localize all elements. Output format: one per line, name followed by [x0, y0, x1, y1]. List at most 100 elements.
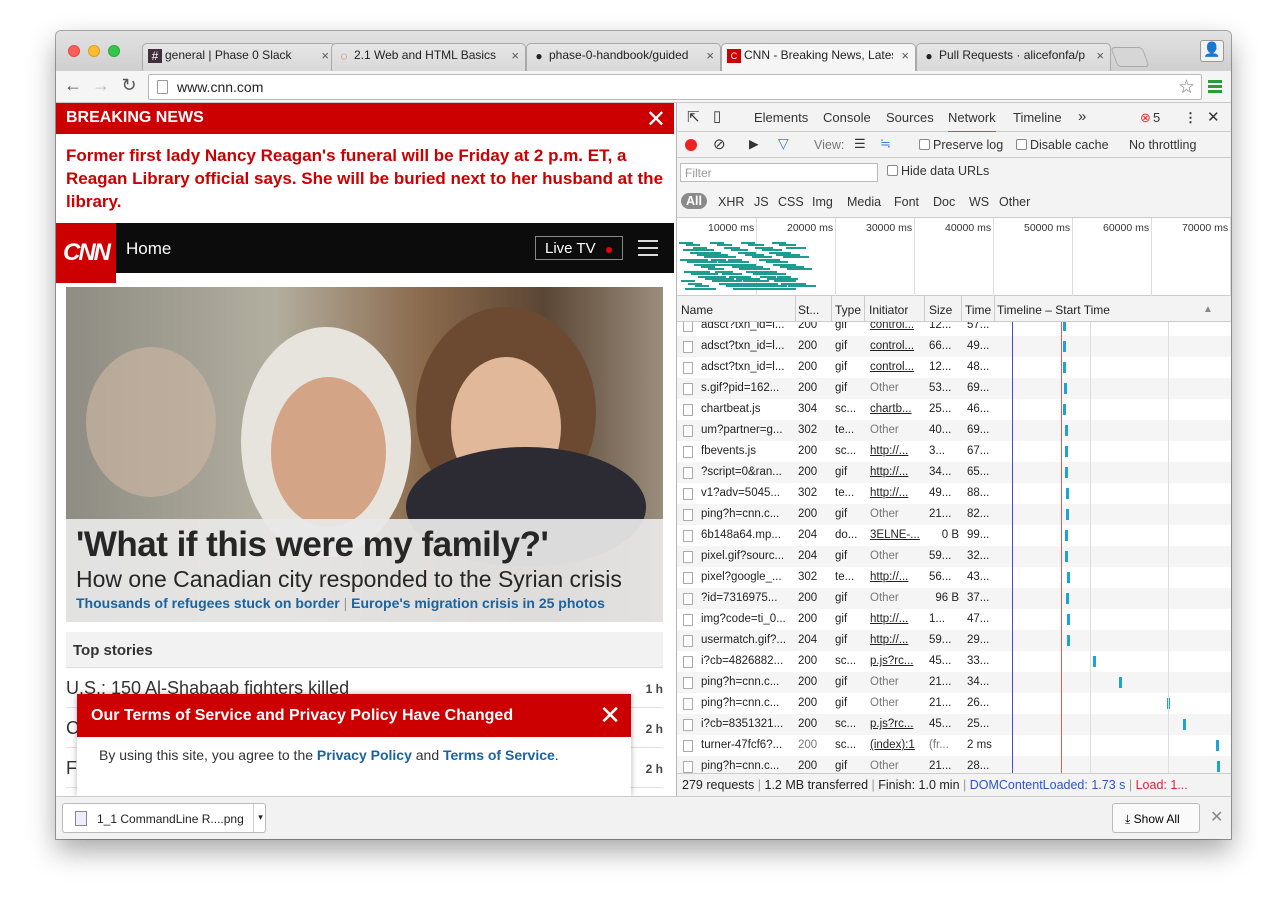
close-tab-icon[interactable]: ×: [321, 48, 329, 63]
column-time[interactable]: Time: [965, 303, 991, 317]
more-tabs-icon[interactable]: »: [1078, 108, 1086, 125]
request-row[interactable]: pixel.gif?sourc... 204 gif Other 59... 32...: [677, 546, 1231, 567]
tab-elements[interactable]: Elements: [754, 110, 808, 125]
request-row[interactable]: v1?adv=5045... 302 te... http://... 49... 88.…: [677, 483, 1231, 504]
request-row[interactable]: adsct?txn_id=l... 200 gif control... 12... 48…: [677, 357, 1231, 378]
tab-network[interactable]: Network: [948, 110, 996, 133]
large-rows-icon[interactable]: ☰: [854, 136, 866, 152]
tab-3[interactable]: ● phase-0-handbook/guided ×: [526, 43, 721, 71]
request-row[interactable]: img?code=ti_0... 200 gif http://... 1... 47..…: [677, 609, 1231, 630]
close-devtools-icon[interactable]: ✕: [1207, 108, 1220, 126]
type-filter-all[interactable]: All: [681, 193, 707, 209]
tab-console[interactable]: Console: [823, 110, 871, 125]
filter-input[interactable]: Filter: [680, 163, 878, 182]
request-row[interactable]: ping?h=cnn.c... 200 gif Other 21... 34...: [677, 672, 1231, 693]
request-row[interactable]: ping?h=cnn.c... 200 gif Other 21... 28...: [677, 756, 1231, 773]
type-filter-js[interactable]: JS: [754, 195, 769, 209]
inspect-element-icon[interactable]: ⇱: [687, 108, 700, 126]
privacy-policy-link[interactable]: Privacy Policy: [317, 747, 412, 763]
close-tab-icon[interactable]: ×: [706, 48, 714, 63]
column-size[interactable]: Size: [929, 303, 952, 317]
request-row[interactable]: ping?h=cnn.c... 200 gif Other 21... 26...: [677, 693, 1231, 714]
type-filter-xhr[interactable]: XHR: [718, 195, 744, 209]
network-overview[interactable]: 10000 ms 20000 ms 30000 ms 40000 ms 50000 ms…: [677, 218, 1231, 296]
close-icon[interactable]: ✕: [646, 105, 666, 134]
close-icon[interactable]: ✕: [599, 700, 621, 731]
hero-image[interactable]: 'What if this were my family?' How one C…: [66, 287, 663, 622]
tab-1[interactable]: # general | Phase 0 Slack ×: [142, 43, 336, 71]
hamburger-menu-icon[interactable]: [638, 240, 658, 261]
address-bar[interactable]: www.cnn.com ☆: [148, 74, 1202, 100]
type-filter-css[interactable]: CSS: [778, 195, 804, 209]
clear-icon[interactable]: ⊘: [713, 135, 726, 153]
bookmark-star-icon[interactable]: ☆: [1178, 76, 1195, 99]
tab-5[interactable]: ● Pull Requests · alicefonfa/p ×: [916, 43, 1111, 71]
request-row[interactable]: i?cb=4826882... 200 sc... p.js?rc... 45... 33…: [677, 651, 1231, 672]
hero-link-refugees[interactable]: Thousands of refugees stuck on border: [76, 595, 340, 611]
type-filter-img[interactable]: Img: [812, 195, 833, 209]
live-tv-button[interactable]: Live TV: [535, 236, 623, 260]
breaking-news-text[interactable]: Former first lady Nancy Reagan's funeral…: [56, 134, 674, 223]
tab-timeline[interactable]: Timeline: [1013, 110, 1062, 125]
forward-icon[interactable]: →: [90, 75, 112, 96]
minimize-window-button[interactable]: [88, 45, 100, 57]
request-row[interactable]: adsct?txn_id=l... 200 gif control... 66... 49…: [677, 336, 1231, 357]
close-window-button[interactable]: [68, 45, 80, 57]
error-count[interactable]: 5: [1153, 110, 1160, 125]
request-row[interactable]: turner-47fcf6?... 200 sc... (index):1 (fr...…: [677, 735, 1231, 756]
error-icon[interactable]: ⊗: [1140, 110, 1151, 126]
terms-of-service-link[interactable]: Terms of Service: [443, 747, 555, 763]
reload-icon[interactable]: ↻: [118, 75, 140, 96]
overview-icon[interactable]: ≒: [880, 136, 891, 152]
hide-data-urls-checkbox[interactable]: Hide data URLs: [887, 164, 989, 178]
request-row[interactable]: fbevents.js 200 sc... http://... 3... 67...: [677, 441, 1231, 462]
chrome-menu-icon[interactable]: [1208, 80, 1222, 95]
column-timeline[interactable]: Timeline – Start Time: [997, 303, 1110, 317]
close-tab-icon[interactable]: ×: [1096, 48, 1104, 63]
type-filter-ws[interactable]: WS: [969, 195, 989, 209]
zoom-window-button[interactable]: [108, 45, 120, 57]
disable-cache-checkbox[interactable]: Disable cache: [1016, 138, 1109, 152]
tab-sources[interactable]: Sources: [886, 110, 934, 125]
record-icon[interactable]: [685, 139, 697, 151]
hero-link-migration[interactable]: Europe's migration crisis in 25 photos: [351, 595, 605, 611]
show-all-downloads-button[interactable]: ⤓ Show All: [1112, 803, 1200, 833]
column-initiator[interactable]: Initiator: [869, 303, 908, 317]
request-row[interactable]: ping?h=cnn.c... 200 gif Other 21... 82...: [677, 504, 1231, 525]
type-filter-doc[interactable]: Doc: [933, 195, 955, 209]
tab-4[interactable]: C CNN - Breaking News, Latest ×: [721, 43, 916, 71]
device-mode-icon[interactable]: ▯: [713, 107, 721, 125]
close-tab-icon[interactable]: ×: [511, 48, 519, 63]
close-download-shelf-icon[interactable]: ✕: [1210, 807, 1223, 827]
request-row[interactable]: chartbeat.js 304 sc... chartb... 25... 46...: [677, 399, 1231, 420]
request-row[interactable]: 6b148a64.mp... 204 do... 3ELNE-... 0 B 99...: [677, 525, 1231, 546]
filter-icon[interactable]: ▽: [778, 135, 789, 152]
cnn-logo[interactable]: CNN: [56, 223, 116, 283]
request-row[interactable]: usermatch.gif?... 204 gif http://... 59... 29…: [677, 630, 1231, 651]
capture-screenshots-icon[interactable]: ▶: [749, 136, 759, 151]
type-filter-media[interactable]: Media: [847, 195, 881, 209]
new-tab-button[interactable]: [1110, 47, 1150, 67]
devtools-menu-icon[interactable]: ⋮: [1184, 110, 1197, 126]
request-row[interactable]: pixel?google_... 302 te... http://... 56... 4…: [677, 567, 1231, 588]
column-status[interactable]: St...: [798, 303, 819, 317]
close-tab-icon[interactable]: ×: [901, 48, 909, 63]
throttling-select[interactable]: No throttling: [1129, 138, 1196, 152]
preserve-log-checkbox[interactable]: Preserve log: [919, 138, 1003, 152]
download-item[interactable]: 1_1 CommandLine R....png ▾: [62, 803, 266, 833]
request-row[interactable]: ?id=7316975... 200 gif Other 96 B 37...: [677, 588, 1231, 609]
profile-icon[interactable]: 👤: [1200, 40, 1224, 62]
column-name[interactable]: Name: [681, 303, 713, 317]
download-options-icon[interactable]: ▾: [253, 804, 267, 832]
request-row[interactable]: adsct?txn_id=l... 200 gif control... 12... 57…: [677, 322, 1231, 336]
back-icon[interactable]: ←: [62, 75, 84, 96]
request-row[interactable]: um?partner=g... 302 te... Other 40... 69...: [677, 420, 1231, 441]
home-link[interactable]: Home: [126, 239, 171, 259]
column-type[interactable]: Type: [835, 303, 861, 317]
request-row[interactable]: i?cb=8351321... 200 sc... p.js?rc... 45... 25…: [677, 714, 1231, 735]
type-filter-font[interactable]: Font: [894, 195, 919, 209]
tab-2[interactable]: ◌ 2.1 Web and HTML Basics ×: [331, 43, 526, 71]
hero-headline[interactable]: 'What if this were my family?': [76, 525, 653, 565]
type-filter-other[interactable]: Other: [999, 195, 1030, 209]
hero-subhead[interactable]: How one Canadian city responded to the S…: [76, 566, 653, 593]
